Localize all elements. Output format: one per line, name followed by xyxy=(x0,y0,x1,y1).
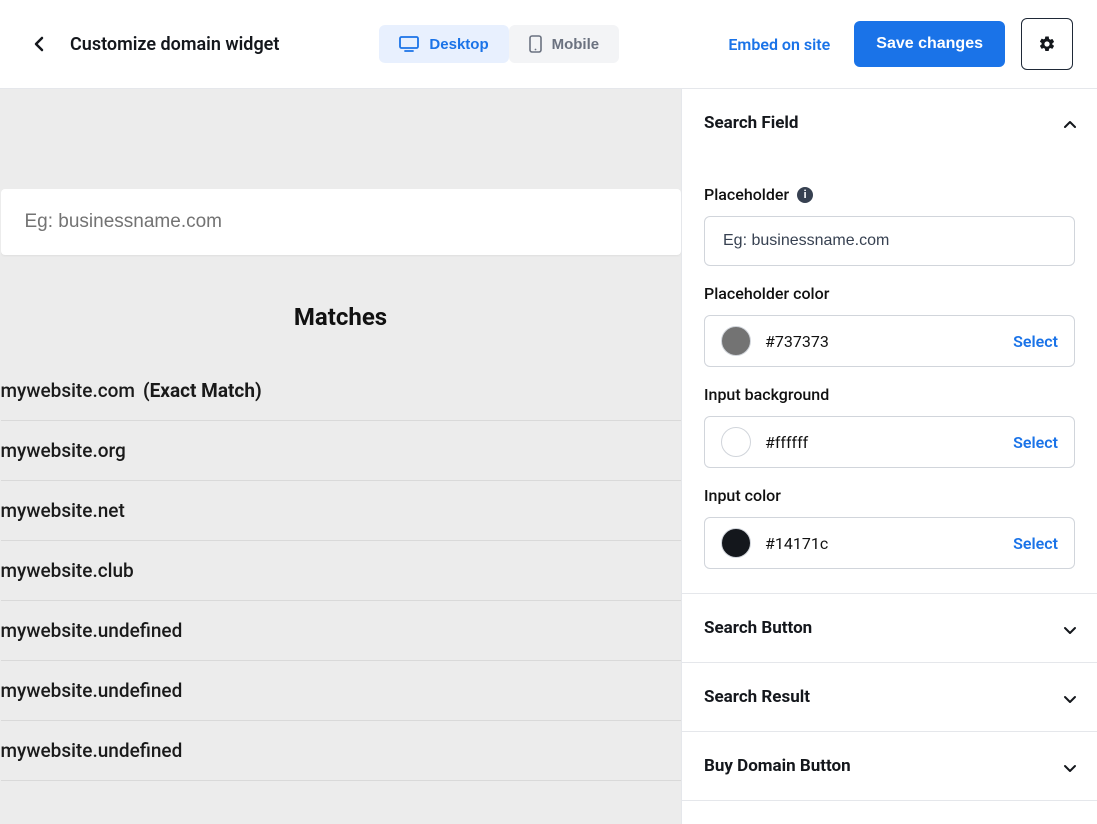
placeholder-input[interactable] xyxy=(704,216,1075,266)
section-search-result[interactable]: Search Result xyxy=(682,663,1097,732)
input-color-row[interactable]: #14171c Select xyxy=(704,517,1075,569)
mobile-icon xyxy=(529,35,542,53)
color-value: #14171c xyxy=(765,534,999,553)
result-domain: mywebsite.com xyxy=(1,379,135,402)
settings-button[interactable] xyxy=(1021,18,1073,70)
section-buy-button[interactable]: Buy Domain Button xyxy=(682,732,1097,801)
gear-icon xyxy=(1038,35,1056,53)
results-list: mywebsite.com (Exact Match) mywebsite.org m… xyxy=(1,361,681,781)
section-title: Buy Domain Button xyxy=(704,756,851,776)
result-domain: mywebsite.club xyxy=(1,559,134,582)
header: Customize domain widget Desktop Mobile E… xyxy=(0,0,1097,89)
section-title: Search Field xyxy=(704,113,799,133)
section-title: Search Button xyxy=(704,618,812,638)
result-domain: mywebsite.org xyxy=(1,439,126,462)
result-row[interactable]: mywebsite.undefined xyxy=(1,661,681,721)
select-color-link[interactable]: Select xyxy=(1013,534,1058,553)
preview-area: Matches mywebsite.com(Exact Match)mywebs… xyxy=(0,89,681,824)
input-bg-label: Input background xyxy=(704,385,1075,404)
placeholder-color-label: Placeholder color xyxy=(704,284,1075,303)
result-domain: mywebsite.undefined xyxy=(1,739,183,762)
mobile-tab-label: Mobile xyxy=(552,36,600,53)
settings-panel: Search Field Placeholder i Placeholder c… xyxy=(681,89,1097,824)
result-row[interactable]: mywebsite.com (Exact Match) xyxy=(1,361,681,421)
desktop-icon xyxy=(399,36,419,52)
result-row[interactable]: mywebsite.org xyxy=(1,421,681,481)
color-swatch xyxy=(721,528,751,558)
section-search-field-header[interactable]: Search Field xyxy=(682,89,1097,157)
back-button[interactable] xyxy=(24,29,54,59)
chevron-down-icon xyxy=(1063,691,1075,703)
result-domain: mywebsite.net xyxy=(1,499,125,522)
select-color-link[interactable]: Select xyxy=(1013,433,1058,452)
input-color-label: Input color xyxy=(704,486,1075,505)
color-value: #737373 xyxy=(765,332,999,351)
mobile-tab[interactable]: Mobile xyxy=(509,25,620,63)
result-row[interactable]: mywebsite.undefined xyxy=(1,721,681,781)
section-title: Search Result xyxy=(704,687,810,707)
matches-heading: Matches xyxy=(1,303,681,331)
result-row[interactable]: mywebsite.undefined xyxy=(1,601,681,661)
result-domain: mywebsite.undefined xyxy=(1,619,183,642)
result-domain: mywebsite.undefined xyxy=(1,679,183,702)
embed-link[interactable]: Embed on site xyxy=(728,35,830,54)
section-search-button[interactable]: Search Button xyxy=(682,594,1097,663)
placeholder-label: Placeholder i xyxy=(704,185,1075,204)
desktop-tab-label: Desktop xyxy=(429,36,488,53)
page-title: Customize domain widget xyxy=(70,34,279,55)
view-toggle: Desktop Mobile xyxy=(379,25,619,63)
result-row[interactable]: mywebsite.net xyxy=(1,481,681,541)
input-bg-row[interactable]: #ffffff Select xyxy=(704,416,1075,468)
color-swatch xyxy=(721,326,751,356)
chevron-up-icon xyxy=(1063,117,1075,129)
domain-search-input[interactable] xyxy=(1,189,681,255)
chevron-down-icon xyxy=(1063,760,1075,772)
save-button[interactable]: Save changes xyxy=(854,21,1005,67)
info-icon: i xyxy=(797,187,813,203)
color-value: #ffffff xyxy=(765,433,999,452)
section-search-field-body: Placeholder i Placeholder color #737373 … xyxy=(682,157,1097,594)
desktop-tab[interactable]: Desktop xyxy=(379,25,508,63)
select-color-link[interactable]: Select xyxy=(1013,332,1058,351)
placeholder-color-row[interactable]: #737373 Select xyxy=(704,315,1075,367)
result-row[interactable]: mywebsite.club xyxy=(1,541,681,601)
color-swatch xyxy=(721,427,751,457)
chevron-down-icon xyxy=(1063,622,1075,634)
exact-match-badge: (Exact Match) xyxy=(143,379,262,402)
